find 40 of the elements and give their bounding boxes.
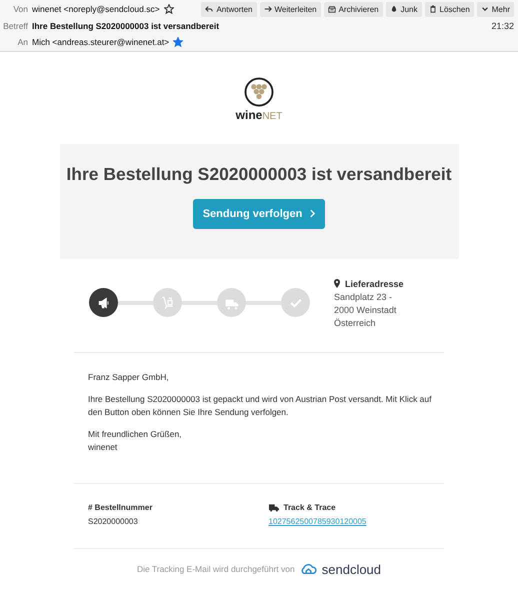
time: 21:32 (491, 20, 514, 31)
from-label: Von (12, 4, 28, 14)
cloud-logo-icon (300, 564, 317, 574)
toolbar-button[interactable]: Archivieren (324, 2, 383, 17)
archive-tray-icon (328, 5, 336, 14)
message-paragraph: Mit freundlichen Grüßen, winenet (88, 428, 183, 454)
subject-label: Betreff (2, 20, 28, 31)
truck-icon (268, 504, 278, 512)
sender[interactable]: winenet <noreply@sendcloud.sc> (32, 4, 160, 14)
reply-arrow-icon (205, 5, 214, 14)
forward-arrow-icon (264, 5, 272, 14)
address-line: Österreich (334, 316, 377, 330)
message-paragraph: Ihre Bestellung S2020000003 ist gepackt und wird von Austrian Post versandt. Mit Klick auf den Button oben können Sie Ihre Sendung verfolgen. (88, 392, 433, 418)
toolbar-button[interactable]: Löschen (424, 2, 474, 17)
address-heading: Lieferadresse (345, 278, 404, 288)
grapes-logo-icon (244, 76, 274, 106)
track-trace-label: Track & Trace (284, 503, 336, 512)
sendcloud-logo-text: sendcloud (322, 562, 382, 576)
location-pin-icon (334, 279, 340, 288)
order-number: S2020000003 (88, 516, 139, 526)
toolbar-button[interactable]: Junk (386, 2, 422, 17)
chevron-down-icon (480, 5, 489, 14)
toolbar-button[interactable]: Antworten (201, 2, 256, 17)
brand-logo: wineNET (236, 108, 282, 122)
star-icon[interactable] (164, 4, 174, 14)
toolbar-button[interactable]: Weiterleiten (260, 2, 321, 17)
chevron-right-icon (310, 209, 316, 218)
address-line: Sandplatz 23 - (334, 290, 394, 304)
recipient[interactable]: Mich <andreas.steurer@winenet.at> (32, 37, 170, 48)
trash-icon (428, 5, 437, 14)
footer-text: Die Tracking E-Mail wird durchgeführt von (136, 564, 295, 574)
address-line: 2000 Weinstadt (334, 304, 398, 316)
headline: Ihre Bestellung S2020000003 ist versandbereit (66, 164, 452, 184)
to-label: An (16, 37, 28, 48)
cart-icon (160, 294, 176, 310)
order-number-label: # Bestellnummer (88, 502, 154, 514)
message-paragraph: Franz Sapper GmbH, (88, 370, 170, 384)
toolbar-button[interactable]: Mehr (476, 2, 514, 17)
subject: Ihre Bestellung S2020000003 ist versandbereit (32, 20, 220, 31)
star-icon[interactable] (173, 37, 184, 48)
